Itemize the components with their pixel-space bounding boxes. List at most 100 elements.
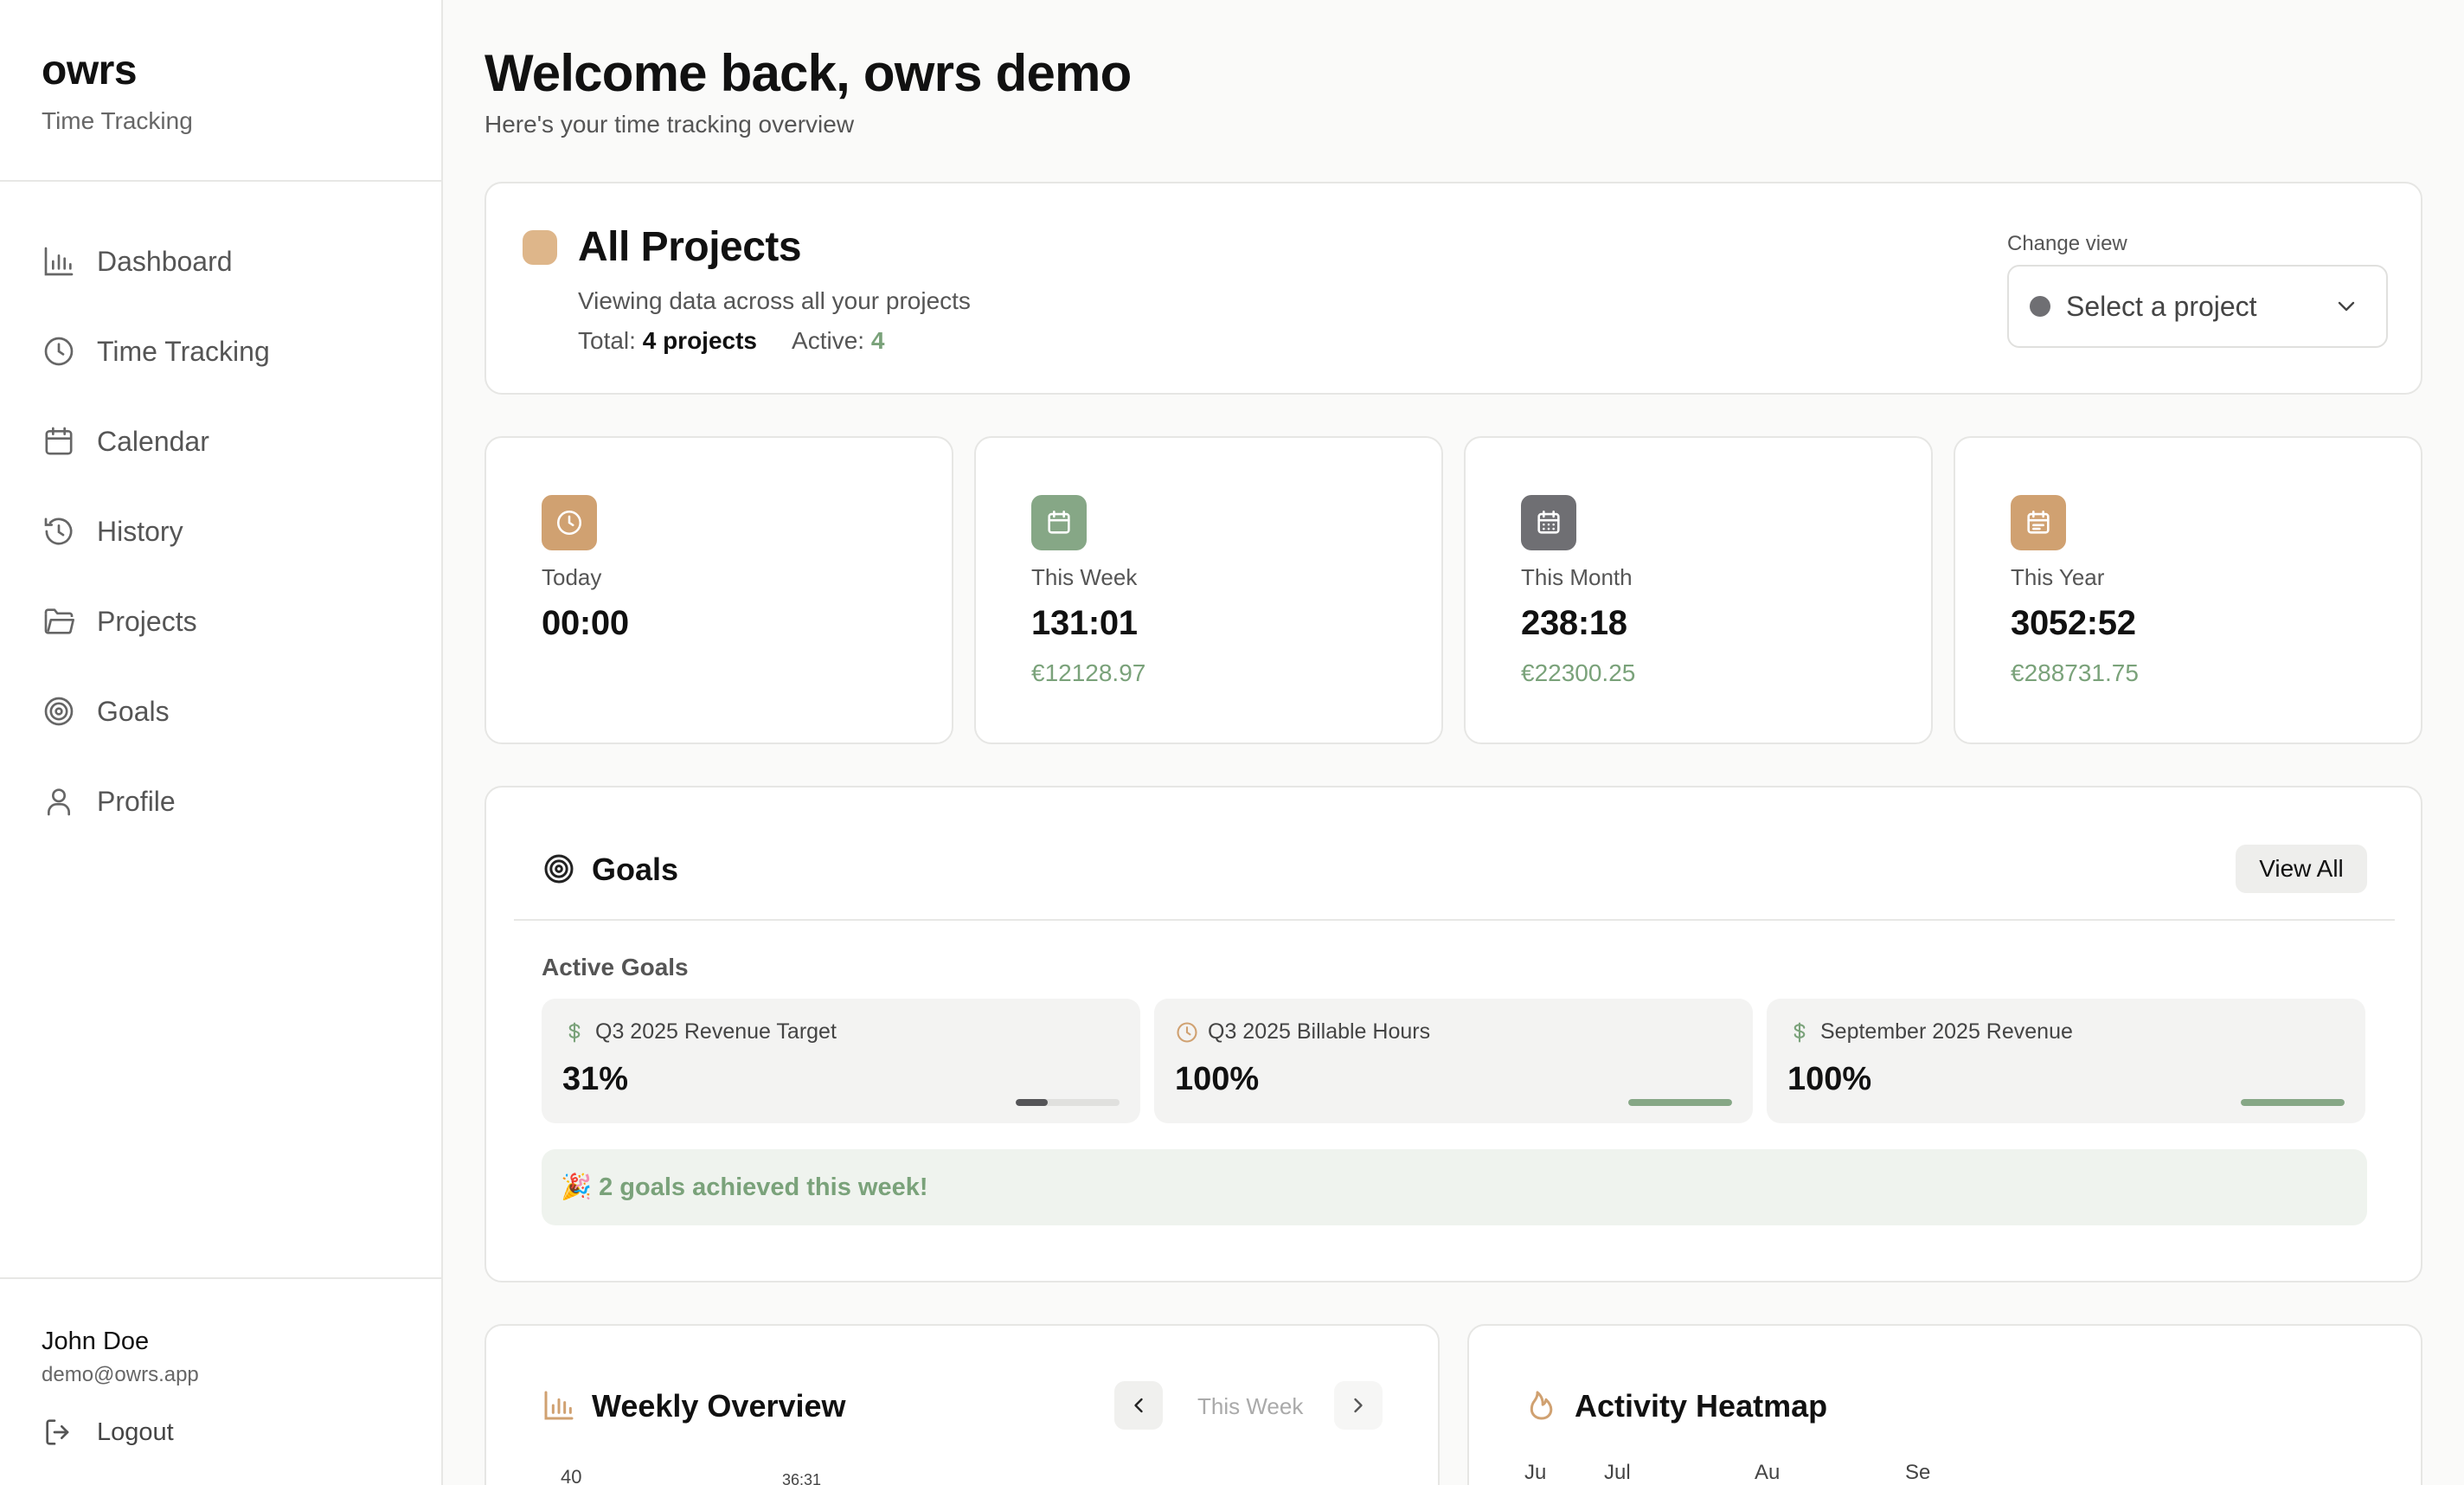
brand: owrs Time Tracking bbox=[0, 0, 441, 182]
stat-value: 3052:52 bbox=[2011, 604, 2136, 642]
goal-name-text: Q3 2025 Billable Hours bbox=[1208, 1019, 1431, 1044]
project-color-dot bbox=[523, 230, 557, 265]
goal-name: Q3 2025 Billable Hours bbox=[1175, 1019, 1430, 1045]
sidebar-item-label: Goals bbox=[97, 695, 170, 727]
goal-percent: 100% bbox=[1175, 1061, 1260, 1097]
sidebar-item-label: Time Tracking bbox=[97, 335, 270, 367]
brand-subtitle: Time Tracking bbox=[42, 107, 193, 134]
logout-label: Logout bbox=[97, 1418, 174, 1446]
projects-title: All Projects bbox=[578, 224, 802, 270]
view-all-goals-button[interactable]: View All bbox=[2236, 845, 2367, 893]
goal-percent: 31% bbox=[562, 1061, 629, 1097]
flame-icon bbox=[1524, 1388, 1559, 1423]
week-label: This Week bbox=[1197, 1393, 1304, 1419]
stat-label: This Month bbox=[1521, 564, 1633, 590]
goal-item[interactable]: September 2025 Revenue 100% bbox=[1767, 999, 2365, 1123]
month-label: Jul bbox=[1604, 1461, 1631, 1484]
next-week-button[interactable] bbox=[1334, 1381, 1383, 1430]
weekly-overview-card: Weekly Overview This Week 40 36:31 bbox=[484, 1324, 1440, 1485]
sidebar-item-goals[interactable]: Goals bbox=[0, 666, 441, 756]
dollar-icon bbox=[562, 1020, 587, 1045]
calendar-icon bbox=[42, 424, 76, 459]
goal-progress-track bbox=[1016, 1099, 1120, 1106]
previous-week-button[interactable] bbox=[1114, 1381, 1163, 1430]
divider bbox=[514, 919, 2395, 921]
stat-money: €22300.25 bbox=[1521, 659, 1636, 686]
sidebar-item-label: Dashboard bbox=[97, 245, 233, 277]
goal-name: Q3 2025 Revenue Target bbox=[562, 1019, 837, 1045]
chevron-right-icon bbox=[1354, 1398, 1363, 1413]
weekly-title: Weekly Overview bbox=[592, 1388, 846, 1424]
heatmap-title: Activity Heatmap bbox=[1575, 1388, 1828, 1424]
stat-label: This Year bbox=[2011, 564, 2105, 590]
stat-value: 131:01 bbox=[1031, 604, 1138, 642]
stat-label: This Week bbox=[1031, 564, 1138, 590]
sidebar-item-dashboard[interactable]: Dashboard bbox=[0, 216, 441, 306]
dollar-icon bbox=[1787, 1020, 1812, 1045]
stat-money: €12128.97 bbox=[1031, 659, 1146, 686]
stat-value: 00:00 bbox=[542, 604, 629, 642]
projects-subtitle: Viewing data across all your projects bbox=[578, 287, 971, 314]
bar-chart-icon bbox=[542, 1388, 576, 1423]
clock-icon bbox=[42, 334, 76, 369]
calendar-icon bbox=[1031, 495, 1087, 550]
clock-icon bbox=[1175, 1020, 1199, 1045]
sidebar-item-time-tracking[interactable]: Time Tracking bbox=[0, 306, 441, 396]
change-view-label: Change view bbox=[2007, 232, 2127, 255]
sidebar-item-label: History bbox=[97, 515, 183, 547]
stat-label: Today bbox=[542, 564, 602, 590]
stat-card-year: This Year 3052:52 €288731.75 bbox=[1954, 436, 2422, 744]
stat-value: 238:18 bbox=[1521, 604, 1627, 642]
logout-button[interactable]: Logout bbox=[42, 1415, 400, 1450]
target-icon bbox=[542, 852, 576, 886]
sidebar-item-label: Profile bbox=[97, 785, 176, 817]
activity-heatmap-card: Activity Heatmap Ju Jul Au Se bbox=[1467, 1324, 2422, 1485]
goal-percent: 100% bbox=[1787, 1061, 1872, 1097]
total-value: 4 projects bbox=[642, 327, 757, 354]
goal-progress-fill bbox=[1628, 1099, 1732, 1106]
active-value: 4 bbox=[870, 327, 885, 354]
app-root: owrs Time Tracking Dashboard Time Tracki… bbox=[0, 0, 2464, 1485]
user-email: demo@owrs.app bbox=[42, 1363, 199, 1386]
active-goals-label: Active Goals bbox=[542, 954, 689, 980]
sidebar-item-history[interactable]: History bbox=[0, 486, 441, 576]
achieved-text: 2 goals achieved this week! bbox=[599, 1173, 928, 1201]
project-select[interactable]: Select a project bbox=[2007, 265, 2388, 348]
sidebar-footer: John Doe demo@owrs.app Logout bbox=[0, 1277, 441, 1485]
clock-icon bbox=[542, 495, 597, 550]
party-icon: 🎉 bbox=[561, 1173, 593, 1201]
stat-money: €288731.75 bbox=[2011, 659, 2139, 686]
sidebar-item-projects[interactable]: Projects bbox=[0, 576, 441, 666]
goal-progress-track bbox=[2241, 1099, 2345, 1106]
goals-achieved-banner: 🎉 2 goals achieved this week! bbox=[542, 1149, 2367, 1225]
y-axis-tick: 40 bbox=[561, 1466, 582, 1485]
month-label: Se bbox=[1905, 1461, 1931, 1484]
calendar-list-icon bbox=[2011, 495, 2066, 550]
stat-card-week: This Week 131:01 €12128.97 bbox=[974, 436, 1443, 744]
goal-name: September 2025 Revenue bbox=[1787, 1019, 2073, 1045]
chevron-down-icon bbox=[2332, 292, 2360, 320]
user-name: John Doe bbox=[42, 1328, 150, 1355]
projects-stats: Total: 4 projects Active: 4 bbox=[578, 327, 884, 355]
goal-progress-fill bbox=[2241, 1099, 2345, 1106]
goal-item[interactable]: Q3 2025 Revenue Target 31% bbox=[542, 999, 1140, 1123]
select-dot bbox=[2030, 296, 2050, 317]
sidebar-item-calendar[interactable]: Calendar bbox=[0, 396, 441, 486]
stat-card-month: This Month 238:18 €22300.25 bbox=[1464, 436, 1933, 744]
chevron-left-icon bbox=[1134, 1398, 1143, 1413]
sidebar-item-profile[interactable]: Profile bbox=[0, 756, 441, 846]
goal-item[interactable]: Q3 2025 Billable Hours 100% bbox=[1154, 999, 1753, 1123]
projects-summary-card: All Projects Viewing data across all you… bbox=[484, 182, 2422, 395]
total-label: Total: bbox=[578, 327, 636, 354]
goal-progress-track bbox=[1628, 1099, 1732, 1106]
select-placeholder: Select a project bbox=[2066, 290, 2257, 322]
goals-title: Goals bbox=[592, 852, 679, 887]
month-label: Au bbox=[1755, 1461, 1781, 1484]
user-icon bbox=[42, 784, 76, 819]
page-title: Welcome back, owrs demo bbox=[484, 44, 1132, 102]
goal-name-text: Q3 2025 Revenue Target bbox=[595, 1019, 837, 1044]
history-icon bbox=[42, 514, 76, 549]
sidebar: owrs Time Tracking Dashboard Time Tracki… bbox=[0, 0, 443, 1485]
calendar-grid-icon bbox=[1521, 495, 1576, 550]
logout-icon bbox=[42, 1415, 76, 1450]
